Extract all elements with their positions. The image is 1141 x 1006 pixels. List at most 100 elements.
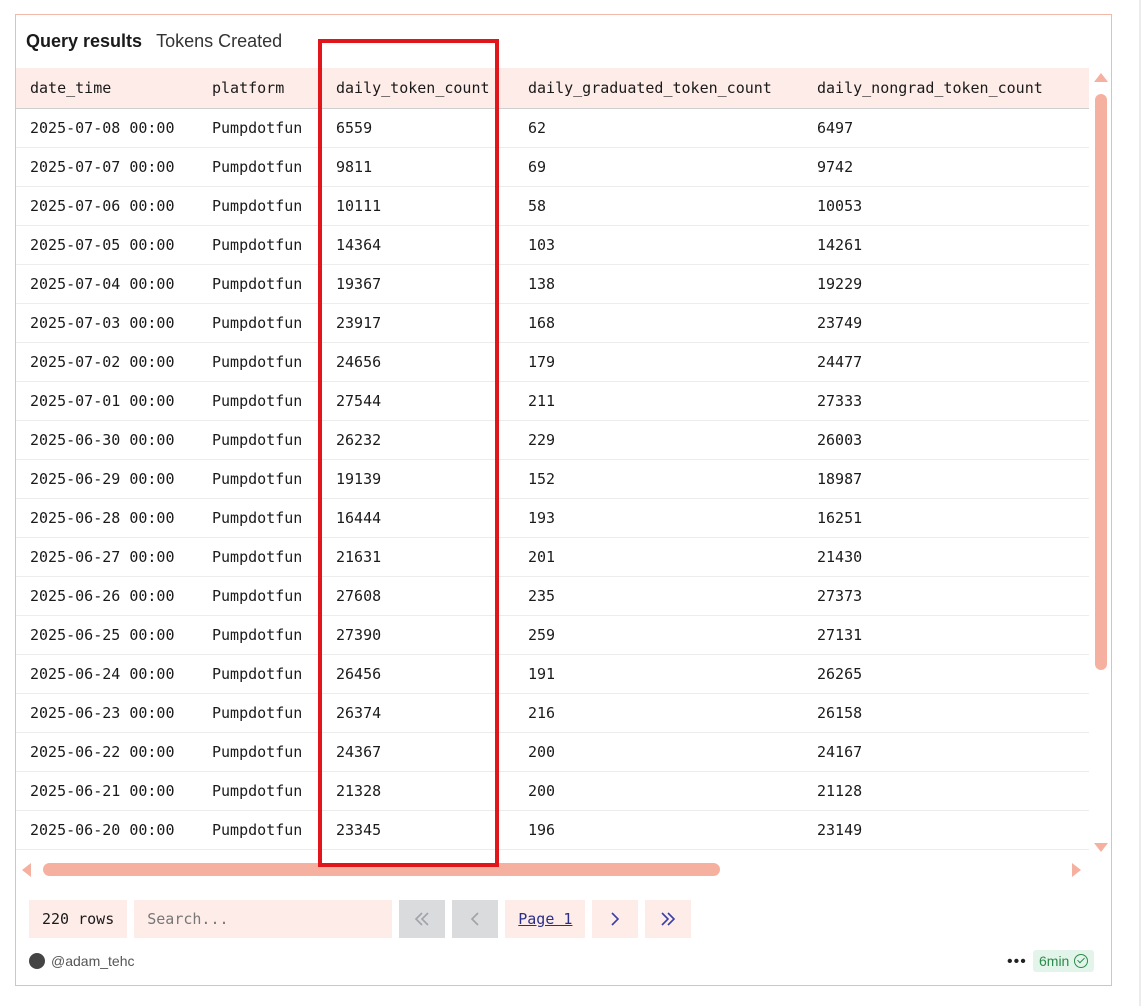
table-row[interactable]: 2025-07-07 00:00 Pumpdotfun 9811 69 9742	[16, 147, 1089, 187]
table-header-row: date_time platform daily_token_count dai…	[16, 68, 1089, 109]
scroll-left-arrow-icon[interactable]	[22, 863, 31, 877]
cell-daily-graduated-token-count: 196	[514, 810, 803, 850]
current-page-link[interactable]: Page 1	[505, 900, 586, 938]
table-row[interactable]: 2025-07-06 00:00 Pumpdotfun 10111 58 10053	[16, 186, 1089, 226]
cell-date-time: 2025-06-25 00:00	[16, 615, 198, 655]
cell-daily-nongrad-token-count: 18987	[803, 459, 1073, 499]
table-row[interactable]: 2025-07-01 00:00 Pumpdotfun 27544 211 27333	[16, 381, 1089, 421]
cell-date-time: 2025-07-06 00:00	[16, 186, 198, 226]
cell-daily-graduated-token-count: 152	[514, 459, 803, 499]
cell-daily-token-count: 27608	[322, 576, 514, 616]
cell-daily-token-count: 27544	[322, 381, 514, 421]
cell-daily-token-count: 19139	[322, 459, 514, 499]
table-row[interactable]: 2025-06-25 00:00 Pumpdotfun 27390 259 27131	[16, 615, 1089, 655]
cell-daily-nongrad-token-count: 24477	[803, 342, 1073, 382]
column-header-clipped	[1073, 68, 1089, 109]
table-row[interactable]: 2025-06-28 00:00 Pumpdotfun 16444 193 16251	[16, 498, 1089, 538]
cell-clipped	[1073, 732, 1089, 772]
cell-daily-nongrad-token-count: 19229	[803, 264, 1073, 304]
avatar	[29, 953, 45, 969]
table-row[interactable]: 2025-07-03 00:00 Pumpdotfun 23917 168 23749	[16, 303, 1089, 343]
cell-platform: Pumpdotfun	[198, 459, 322, 499]
cell-clipped	[1073, 342, 1089, 382]
table-row[interactable]: 2025-06-30 00:00 Pumpdotfun 26232 229 26003	[16, 420, 1089, 460]
cell-daily-graduated-token-count: 200	[514, 732, 803, 772]
table-row[interactable]: 2025-06-21 00:00 Pumpdotfun 21328 200 21128	[16, 771, 1089, 811]
table-row[interactable]: 2025-06-22 00:00 Pumpdotfun 24367 200 24167	[16, 732, 1089, 772]
table-row[interactable]: 2025-06-27 00:00 Pumpdotfun 21631 201 21430	[16, 537, 1089, 577]
last-page-button[interactable]	[645, 900, 692, 938]
cell-platform: Pumpdotfun	[198, 732, 322, 772]
cell-clipped	[1073, 186, 1089, 226]
cell-daily-nongrad-token-count: 21128	[803, 771, 1073, 811]
cell-platform: Pumpdotfun	[198, 615, 322, 655]
cell-platform: Pumpdotfun	[198, 108, 322, 148]
cell-clipped	[1073, 108, 1089, 148]
previous-page-button[interactable]	[452, 900, 499, 938]
scroll-right-arrow-icon[interactable]	[1072, 863, 1081, 877]
table-row[interactable]: 2025-07-04 00:00 Pumpdotfun 19367 138 19229	[16, 264, 1089, 304]
cell-daily-token-count: 23345	[322, 810, 514, 850]
cell-date-time: 2025-07-07 00:00	[16, 147, 198, 187]
table-row[interactable]: 2025-06-29 00:00 Pumpdotfun 19139 152 18987	[16, 459, 1089, 499]
cell-platform: Pumpdotfun	[198, 264, 322, 304]
table-row[interactable]: 2025-06-20 00:00 Pumpdotfun 23345 196 23149	[16, 810, 1089, 850]
cell-daily-token-count: 14364	[322, 225, 514, 265]
cell-daily-nongrad-token-count: 6497	[803, 108, 1073, 148]
cell-daily-token-count: 23917	[322, 303, 514, 343]
cell-platform: Pumpdotfun	[198, 381, 322, 421]
table-footer: 220 rows Page 1	[29, 900, 692, 938]
scroll-down-arrow-icon[interactable]	[1094, 843, 1108, 852]
cell-clipped	[1073, 576, 1089, 616]
next-page-button[interactable]	[592, 900, 639, 938]
table-row[interactable]: 2025-07-08 00:00 Pumpdotfun 6559 62 6497	[16, 108, 1089, 148]
cell-daily-nongrad-token-count: 23749	[803, 303, 1073, 343]
table-row[interactable]: 2025-07-05 00:00 Pumpdotfun 14364 103 14261	[16, 225, 1089, 265]
results-table-viewport[interactable]: date_time platform daily_token_count dai…	[16, 68, 1089, 860]
cell-daily-token-count: 26374	[322, 693, 514, 733]
search-input[interactable]	[134, 900, 393, 938]
cell-date-time: 2025-06-24 00:00	[16, 654, 198, 694]
more-icon[interactable]: •••	[1007, 953, 1027, 971]
cell-date-time: 2025-06-28 00:00	[16, 498, 198, 538]
results-table: date_time platform daily_token_count dai…	[16, 68, 1089, 850]
horizontal-scrollbar-thumb[interactable]	[43, 863, 720, 876]
cell-daily-graduated-token-count: 200	[514, 771, 803, 811]
cell-clipped	[1073, 498, 1089, 538]
cell-platform: Pumpdotfun	[198, 303, 322, 343]
cell-date-time: 2025-06-27 00:00	[16, 537, 198, 577]
column-header-daily-graduated-token-count[interactable]: daily_graduated_token_count	[514, 68, 803, 109]
table-row[interactable]: 2025-07-02 00:00 Pumpdotfun 24656 179 24477	[16, 342, 1089, 382]
column-header-daily-token-count[interactable]: daily_token_count	[322, 68, 514, 109]
column-header-date-time[interactable]: date_time	[16, 68, 198, 109]
age-text: 6min	[1039, 953, 1070, 969]
scroll-up-arrow-icon[interactable]	[1094, 73, 1108, 82]
next-page-icon	[611, 912, 620, 926]
cell-daily-graduated-token-count: 179	[514, 342, 803, 382]
column-header-platform[interactable]: platform	[198, 68, 322, 109]
vertical-scrollbar-thumb[interactable]	[1095, 94, 1107, 670]
column-header-daily-nongrad-token-count[interactable]: daily_nongrad_token_count	[803, 68, 1073, 109]
cell-daily-token-count: 24367	[322, 732, 514, 772]
cell-daily-token-count: 21631	[322, 537, 514, 577]
table-row[interactable]: 2025-06-26 00:00 Pumpdotfun 27608 235 27373	[16, 576, 1089, 616]
cell-daily-graduated-token-count: 201	[514, 537, 803, 577]
cell-date-time: 2025-06-20 00:00	[16, 810, 198, 850]
cell-platform: Pumpdotfun	[198, 576, 322, 616]
table-row[interactable]: 2025-06-23 00:00 Pumpdotfun 26374 216 26158	[16, 693, 1089, 733]
cell-date-time: 2025-07-05 00:00	[16, 225, 198, 265]
row-count: 220 rows	[29, 900, 128, 938]
cell-daily-nongrad-token-count: 16251	[803, 498, 1073, 538]
cell-date-time: 2025-06-22 00:00	[16, 732, 198, 772]
cell-daily-nongrad-token-count: 27373	[803, 576, 1073, 616]
table-row[interactable]: 2025-06-24 00:00 Pumpdotfun 26456 191 26265	[16, 654, 1089, 694]
cell-daily-nongrad-token-count: 26265	[803, 654, 1073, 694]
panel-header: Query results Tokens Created	[26, 29, 282, 53]
cell-clipped	[1073, 771, 1089, 811]
query-results-label: Query results	[26, 30, 143, 51]
first-page-button[interactable]	[399, 900, 446, 938]
cell-daily-nongrad-token-count: 27333	[803, 381, 1073, 421]
cell-daily-token-count: 24656	[322, 342, 514, 382]
cell-daily-token-count: 26232	[322, 420, 514, 460]
author-link[interactable]: @adam_tehc	[29, 953, 134, 969]
